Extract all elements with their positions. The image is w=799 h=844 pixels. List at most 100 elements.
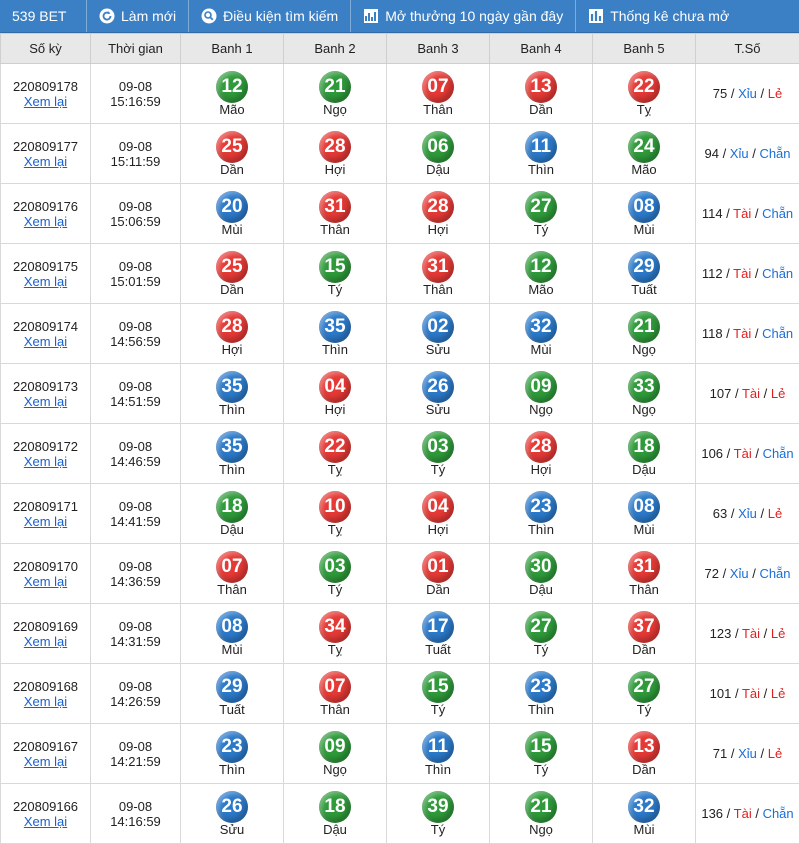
draw-date: 09-08 — [91, 259, 180, 274]
size-result: Tài — [734, 446, 752, 461]
ball-2: 31 — [319, 191, 351, 223]
zodiac-label: Tỵ — [328, 643, 342, 656]
zodiac-label: Tý — [534, 643, 548, 656]
ball-cell: 27 Tý — [593, 664, 696, 724]
draw-number: 220809174 — [1, 319, 90, 334]
zodiac-label: Hợi — [428, 223, 449, 236]
ball-1: 12 — [216, 71, 248, 103]
ball-cell: 28 Hợi — [490, 424, 593, 484]
ball-4: 11 — [525, 131, 557, 163]
view-again-link[interactable]: Xem lại — [24, 514, 67, 529]
ball-cell: 24 Mão — [593, 124, 696, 184]
ball-1: 20 — [216, 191, 248, 223]
ball-cell: 25 Dần — [181, 124, 284, 184]
ball-cell: 28 Hợi — [387, 184, 490, 244]
draw-date: 09-08 — [91, 499, 180, 514]
refresh-button[interactable]: Làm mới — [86, 0, 188, 33]
total-cell: 101 / Tài / Lẻ — [696, 664, 799, 724]
ball-5: 08 — [628, 191, 660, 223]
view-again-link[interactable]: Xem lại — [24, 574, 67, 589]
results-table: Số kỳ Thời gian Banh 1 Banh 2 Banh 3 Ban… — [0, 33, 799, 844]
view-again-link[interactable]: Xem lại — [24, 634, 67, 649]
ball-cell: 09 Ngọ — [284, 724, 387, 784]
ball-5: 27 — [628, 671, 660, 703]
zodiac-label: Dậu — [426, 163, 450, 176]
time-cell: 09-08 14:41:59 — [91, 484, 181, 544]
zodiac-label: Hợi — [531, 463, 552, 476]
view-again-link[interactable]: Xem lại — [24, 274, 67, 289]
ball-2: 21 — [319, 71, 351, 103]
ball-3: 04 — [422, 491, 454, 523]
size-result: Tài — [733, 266, 751, 281]
view-again-link[interactable]: Xem lại — [24, 394, 67, 409]
draw-number: 220809177 — [1, 139, 90, 154]
time-cell: 09-08 14:16:59 — [91, 784, 181, 844]
ball-cell: 27 Tý — [490, 604, 593, 664]
view-again-link[interactable]: Xem lại — [24, 694, 67, 709]
draw-number-cell: 220809173 Xem lại — [1, 364, 91, 424]
draw-time: 14:56:59 — [91, 334, 180, 349]
unopened-stats-label: Thống kê chưa mở — [610, 8, 729, 24]
zodiac-label: Thìn — [219, 403, 245, 416]
zodiac-label: Thìn — [425, 763, 451, 776]
draw-number: 220809170 — [1, 559, 90, 574]
ball-cell: 28 Hợi — [284, 124, 387, 184]
table-row: 220809173 Xem lại 09-08 14:51:59 35 Thìn… — [1, 364, 799, 424]
total-sum: 101 — [710, 686, 732, 701]
ball-cell: 12 Mão — [181, 64, 284, 124]
ball-2: 04 — [319, 371, 351, 403]
search-conditions-button[interactable]: Điều kiện tìm kiếm — [188, 0, 350, 33]
view-again-link[interactable]: Xem lại — [24, 454, 67, 469]
view-again-link[interactable]: Xem lại — [24, 754, 67, 769]
ball-1: 08 — [216, 611, 248, 643]
size-result: Xỉu — [738, 746, 757, 761]
ball-5: 13 — [628, 731, 660, 763]
ball-3: 17 — [422, 611, 454, 643]
ball-cell: 35 Thìn — [181, 364, 284, 424]
draw-time: 14:26:59 — [91, 694, 180, 709]
ball-3: 06 — [422, 131, 454, 163]
total-sum: 136 — [701, 806, 723, 821]
zodiac-label: Hợi — [428, 523, 449, 536]
zodiac-label: Ngọ — [529, 403, 553, 416]
ball-cell: 12 Mão — [490, 244, 593, 304]
ball-2: 03 — [319, 551, 351, 583]
recent-draws-label: Mở thưởng 10 ngày gần đây — [385, 8, 563, 24]
recent-draws-button[interactable]: Mở thưởng 10 ngày gần đây — [350, 0, 575, 33]
total-sum: 72 — [704, 566, 718, 581]
ball-cell: 22 Tỵ — [284, 424, 387, 484]
ball-cell: 29 Tuất — [181, 664, 284, 724]
ball-5: 33 — [628, 371, 660, 403]
ball-4: 21 — [525, 791, 557, 823]
view-again-link[interactable]: Xem lại — [24, 94, 67, 109]
unopened-stats-button[interactable]: Thống kê chưa mở — [575, 0, 741, 33]
zodiac-label: Tý — [534, 763, 548, 776]
ball-cell: 15 Tý — [490, 724, 593, 784]
ball-4: 23 — [525, 491, 557, 523]
zodiac-label: Dần — [220, 283, 244, 296]
ball-cell: 25 Dần — [181, 244, 284, 304]
zodiac-label: Tý — [637, 703, 651, 716]
draw-number-cell: 220809169 Xem lại — [1, 604, 91, 664]
view-again-link[interactable]: Xem lại — [24, 334, 67, 349]
zodiac-label: Ngọ — [529, 823, 553, 836]
total-cell: 106 / Tài / Chẵn — [696, 424, 799, 484]
ball-4: 09 — [525, 371, 557, 403]
table-row: 220809172 Xem lại 09-08 14:46:59 35 Thìn… — [1, 424, 799, 484]
view-again-link[interactable]: Xem lại — [24, 814, 67, 829]
draw-number: 220809172 — [1, 439, 90, 454]
time-cell: 09-08 15:11:59 — [91, 124, 181, 184]
size-result: Tài — [734, 806, 752, 821]
zodiac-label: Tỵ — [328, 463, 342, 476]
view-again-link[interactable]: Xem lại — [24, 214, 67, 229]
ball-cell: 09 Ngọ — [490, 364, 593, 424]
total-sum: 63 — [713, 506, 727, 521]
table-row: 220809177 Xem lại 09-08 15:11:59 25 Dần … — [1, 124, 799, 184]
view-again-link[interactable]: Xem lại — [24, 154, 67, 169]
zodiac-label: Dần — [220, 163, 244, 176]
total-cell: 114 / Tài / Chẵn — [696, 184, 799, 244]
ball-cell: 08 Mùi — [181, 604, 284, 664]
size-result: Xỉu — [738, 506, 757, 521]
ball-cell: 30 Dậu — [490, 544, 593, 604]
draw-number: 220809171 — [1, 499, 90, 514]
